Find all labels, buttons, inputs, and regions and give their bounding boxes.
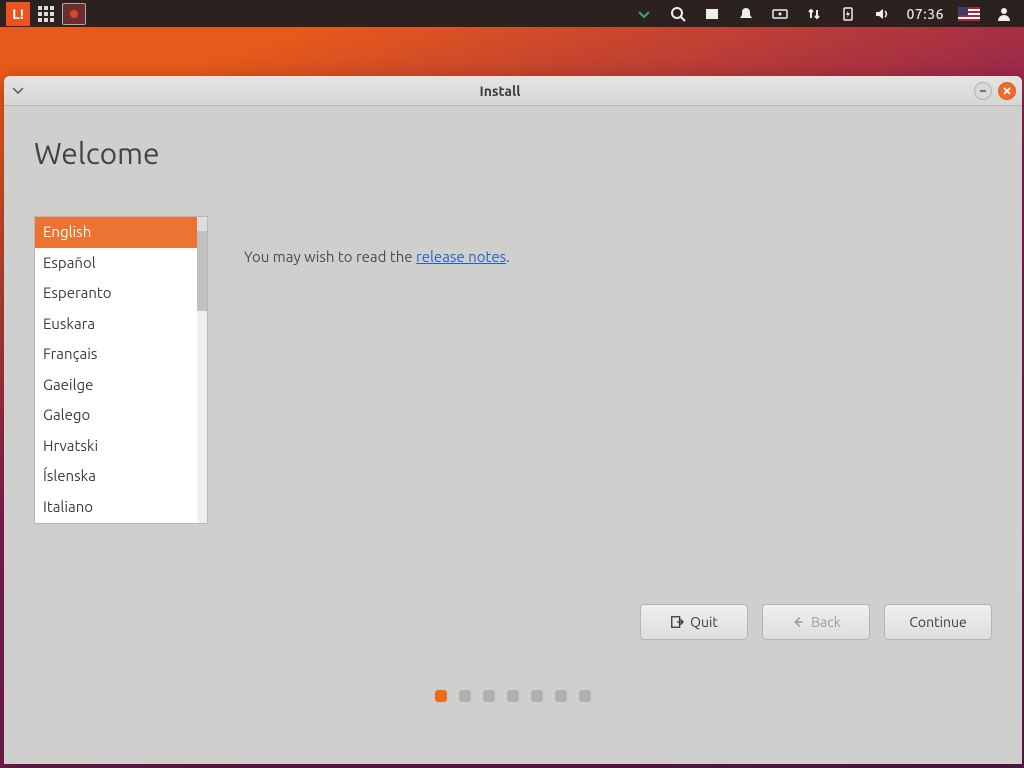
progress-dots xyxy=(34,690,992,754)
back-button[interactable]: Back xyxy=(762,604,870,640)
minimize-button[interactable] xyxy=(974,82,992,100)
installer-window: Install Welcome EnglishEspañolEsperantoE… xyxy=(4,76,1022,764)
language-list[interactable]: EnglishEspañolEsperantoEuskaraFrançaisGa… xyxy=(34,216,208,524)
progress-dot xyxy=(579,690,591,702)
user-session-icon[interactable] xyxy=(994,4,1014,24)
quit-button-label: Quit xyxy=(690,614,718,630)
battery-icon[interactable] xyxy=(838,4,858,24)
input-language-flag-icon[interactable] xyxy=(958,7,980,21)
progress-dot xyxy=(555,690,567,702)
language-option[interactable]: Français xyxy=(35,339,207,370)
window-menu-icon[interactable] xyxy=(10,84,26,98)
network-icon[interactable] xyxy=(804,4,824,24)
notifications-icon[interactable] xyxy=(736,4,756,24)
chevron-down-icon[interactable] xyxy=(634,4,654,24)
language-option[interactable]: Íslenska xyxy=(35,461,207,492)
language-option[interactable]: Galego xyxy=(35,400,207,431)
language-option[interactable]: Euskara xyxy=(35,309,207,340)
taskbar-installer-icon[interactable] xyxy=(62,3,86,25)
language-option[interactable]: Kurdî xyxy=(35,522,207,524)
release-notes-text: You may wish to read the release notes. xyxy=(244,248,510,265)
window-title: Install xyxy=(26,83,974,99)
quit-button[interactable]: Quit xyxy=(640,604,748,640)
progress-dot xyxy=(483,690,495,702)
continue-button-label: Continue xyxy=(909,614,966,630)
arrow-left-icon xyxy=(791,615,805,629)
language-option[interactable]: Italiano xyxy=(35,492,207,523)
applications-menu-icon[interactable] xyxy=(36,4,56,24)
progress-dot xyxy=(507,690,519,702)
release-notes-link[interactable]: release notes xyxy=(416,248,506,265)
release-notes-suffix: . xyxy=(506,248,510,265)
continue-button[interactable]: Continue xyxy=(884,604,992,640)
language-option[interactable]: Español xyxy=(35,248,207,279)
release-notes-prefix: You may wish to read the xyxy=(244,248,416,265)
window-titlebar[interactable]: Install xyxy=(4,76,1022,106)
desktop-top-panel: L! 07:36 xyxy=(0,0,1024,27)
progress-dot xyxy=(531,690,543,702)
language-option[interactable]: Hrvatski xyxy=(35,431,207,462)
language-option[interactable]: Esperanto xyxy=(35,278,207,309)
distro-logo-icon[interactable]: L! xyxy=(6,2,30,26)
close-button[interactable] xyxy=(998,82,1016,100)
search-icon[interactable] xyxy=(668,4,688,24)
language-option[interactable]: English xyxy=(35,217,207,248)
language-option[interactable]: Gaeilge xyxy=(35,370,207,401)
back-button-label: Back xyxy=(811,614,841,630)
exit-icon xyxy=(670,615,684,629)
page-heading: Welcome xyxy=(34,136,992,170)
progress-dot xyxy=(435,690,447,702)
wizard-button-row: Quit Back Continue xyxy=(640,604,992,640)
progress-dot xyxy=(459,690,471,702)
workspace-icon[interactable] xyxy=(702,4,722,24)
clock[interactable]: 07:36 xyxy=(906,6,944,22)
volume-icon[interactable] xyxy=(872,4,892,24)
keyboard-indicator-icon[interactable] xyxy=(770,4,790,24)
